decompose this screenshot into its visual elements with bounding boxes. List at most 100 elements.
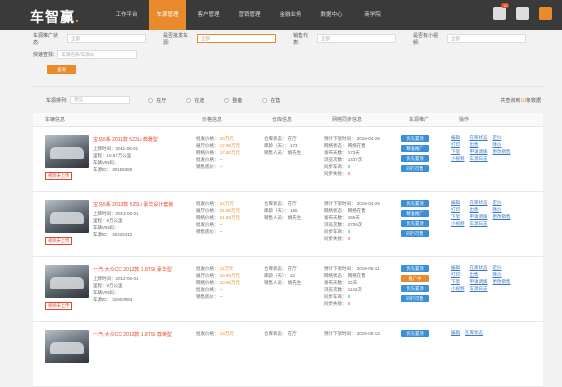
nav-academy[interactable]: 商学院 bbox=[354, 0, 391, 30]
th-vehicle: 车辆信息 bbox=[45, 117, 66, 123]
promo-button[interactable]: 优先置顶 bbox=[401, 200, 429, 207]
op-link[interactable]: 编辑 bbox=[451, 265, 465, 271]
sync-cell: 预计下架时间： 2019-04-29 网络状态： 网络在售 发布天数： 173天 浏览… bbox=[320, 127, 397, 191]
message-badge: 10 bbox=[501, 3, 510, 8]
th-sync: 网络同步信息 bbox=[332, 117, 363, 123]
filter-status-select[interactable]: 全部 bbox=[66, 34, 146, 43]
promo-button[interactable]: 优先置顶 bbox=[401, 220, 429, 227]
promo-button[interactable]: 同行可售 bbox=[401, 165, 429, 172]
promo-button[interactable]: 推广中 bbox=[401, 275, 429, 282]
value-line: 批发价格： -- bbox=[196, 157, 223, 162]
value-line: 预计下架时间： 2019-04-29 bbox=[324, 201, 380, 206]
op-link[interactable]: 在库状态 bbox=[470, 200, 488, 206]
op-link[interactable]: 出售 bbox=[470, 142, 488, 148]
app-logo[interactable]: 车智赢. bbox=[30, 7, 80, 27]
op-link[interactable]: 申请调拨 bbox=[470, 214, 488, 220]
value-line: 销售底价： -- bbox=[196, 294, 223, 299]
nav-workbench[interactable]: 工作平台 bbox=[108, 0, 145, 30]
nav-finance[interactable]: 金融业务 bbox=[272, 0, 309, 30]
op-link[interactable]: 小视频 bbox=[451, 156, 465, 162]
car-photo[interactable] bbox=[45, 200, 89, 233]
op-link[interactable]: 在库状态 bbox=[465, 330, 483, 336]
quick-search-input[interactable]: 车源名称/车源ID bbox=[57, 50, 138, 59]
radio-in-hall[interactable]: 在厅 bbox=[148, 97, 166, 104]
car-photo[interactable] bbox=[45, 330, 89, 363]
op-link[interactable]: 车源日志 bbox=[470, 156, 488, 162]
op-link[interactable]: 降价 bbox=[493, 142, 511, 148]
promo-button[interactable]: 精准推广 bbox=[401, 145, 429, 152]
value-line: 仓库状态： 在厅 bbox=[264, 201, 297, 206]
promo-cell: 优先置顶 推广中 优先置顶 同行可售 bbox=[397, 257, 447, 321]
filter-video-select[interactable]: 全部 bbox=[447, 34, 527, 43]
op-link[interactable]: 下架 bbox=[451, 214, 465, 220]
op-link[interactable]: 出售 bbox=[470, 207, 488, 213]
filter-sales-label: 销售代表: bbox=[292, 32, 308, 46]
op-link[interactable]: 更改销售 bbox=[493, 214, 511, 220]
op-link[interactable]: 降价 bbox=[493, 207, 511, 213]
filter-wholesale-select[interactable]: 全部 bbox=[196, 34, 276, 43]
op-link[interactable]: 更改销售 bbox=[493, 149, 511, 155]
promo-button[interactable]: 同行可售 bbox=[401, 295, 429, 302]
promo-button[interactable]: 优先置顶 bbox=[401, 265, 429, 272]
op-link[interactable]: 打印 bbox=[451, 272, 465, 278]
ops-links: 编辑 在库状态 定价打印 出售 降价下架 申请调拨 更改销售小视频 车源日志 bbox=[451, 265, 543, 292]
op-link[interactable]: 更改销售 bbox=[493, 279, 511, 285]
message-icon[interactable] bbox=[516, 7, 529, 20]
warehouse-cell: 仓库状态： 在厅 库龄（天）： 173 销售人员： 姚先生 bbox=[260, 127, 320, 191]
radio-in-transit[interactable]: 在途 bbox=[186, 97, 204, 104]
op-link[interactable]: 定价 bbox=[493, 135, 511, 141]
radio-on-sale[interactable]: 在售 bbox=[262, 97, 280, 104]
radio-preparing[interactable]: 整备 bbox=[224, 97, 242, 104]
sort-select[interactable]: 默认 bbox=[70, 96, 131, 104]
op-link[interactable]: 编辑 bbox=[451, 135, 465, 141]
sync-cell: 预计下架时间： 2019-05-11 网络状态： 网络在售 发布天数： 22天 浏览次… bbox=[320, 257, 397, 321]
op-link[interactable]: 出售 bbox=[470, 272, 488, 278]
op-link[interactable]: 编辑 bbox=[451, 330, 460, 336]
op-link[interactable]: 定价 bbox=[493, 265, 511, 271]
op-link[interactable]: 编辑 bbox=[451, 200, 465, 206]
promo-button[interactable]: 优先置顶 bbox=[401, 285, 429, 292]
op-link[interactable]: 下架 bbox=[451, 279, 465, 285]
op-link[interactable]: 打印 bbox=[451, 142, 465, 148]
user-avatar-icon[interactable] bbox=[539, 7, 552, 20]
value-line: 销售底价： -- bbox=[196, 164, 223, 169]
car-title-link[interactable]: 一汽-大众CC 2012款 1.8TSI 豪华型 bbox=[93, 266, 172, 273]
car-photo[interactable] bbox=[45, 135, 89, 168]
car-title-link[interactable]: 一汽-大众CC 2013款 1.8TSI 尊荣型 bbox=[93, 331, 172, 338]
op-link[interactable]: 申请调拨 bbox=[470, 149, 488, 155]
filter-sales-select[interactable]: 全部 bbox=[317, 34, 397, 43]
task-check-icon[interactable]: 10 bbox=[493, 3, 510, 20]
nav-data-center[interactable]: 数据中心 bbox=[313, 0, 350, 30]
nav-car-source[interactable]: 车源管理 bbox=[149, 0, 186, 30]
op-link[interactable]: 在库状态 bbox=[470, 135, 488, 141]
promo-button[interactable]: 精准推广 bbox=[401, 210, 429, 217]
top-navbar: 车智赢. 工作平台 车源管理 客户管理 营销管理 金融业务 数据中心 商学院 1… bbox=[0, 0, 562, 30]
value-line: 库龄（天）： 156 bbox=[264, 208, 298, 213]
promo-button[interactable]: 优先置顶 bbox=[401, 155, 429, 162]
promo-button[interactable]: 优先置顶 bbox=[401, 135, 429, 142]
promo-button[interactable]: 同行可售 bbox=[401, 230, 429, 237]
price-cell: 批发价格： 20万元 展厅价格： 17.60万元 网络价格： 17.60万元 批发价格… bbox=[190, 127, 260, 191]
op-link[interactable]: 定价 bbox=[493, 200, 511, 206]
value-line: 预计下架时间： 2019-05-11 bbox=[324, 266, 380, 271]
vehicle-cell: 一汽-大众CC 2013款 1.8TSI 尊荣型 bbox=[33, 322, 190, 386]
op-link[interactable]: 打印 bbox=[451, 207, 465, 213]
value-line: 浏览次数： 1142次 bbox=[324, 287, 362, 292]
nav-customers[interactable]: 客户管理 bbox=[190, 0, 227, 30]
op-link[interactable]: 申请调拨 bbox=[470, 279, 488, 285]
header-icons: 10 bbox=[493, 3, 552, 20]
value-line: 同步车商： 0 bbox=[324, 294, 351, 299]
op-link[interactable]: 车源日志 bbox=[470, 221, 488, 227]
nav-marketing[interactable]: 营销管理 bbox=[231, 0, 268, 30]
op-link[interactable]: 车源日志 bbox=[470, 286, 488, 292]
car-title-link[interactable]: 宝马5系 2013款 525Li 豪华设计套装 bbox=[93, 201, 173, 208]
query-button[interactable]: 查询 bbox=[47, 65, 76, 74]
car-photo[interactable] bbox=[45, 265, 89, 298]
op-link[interactable]: 降价 bbox=[493, 272, 511, 278]
car-title-link[interactable]: 宝马5系 2011款 523Li 典雅型 bbox=[93, 136, 158, 143]
promo-cell: 优先置顶 精准推广 优先置顶 同行可售 bbox=[397, 127, 447, 191]
op-link[interactable]: 在库状态 bbox=[470, 265, 488, 271]
op-link[interactable]: 小视频 bbox=[451, 286, 465, 292]
op-link[interactable]: 下架 bbox=[451, 149, 465, 155]
op-link[interactable]: 小视频 bbox=[451, 221, 465, 227]
